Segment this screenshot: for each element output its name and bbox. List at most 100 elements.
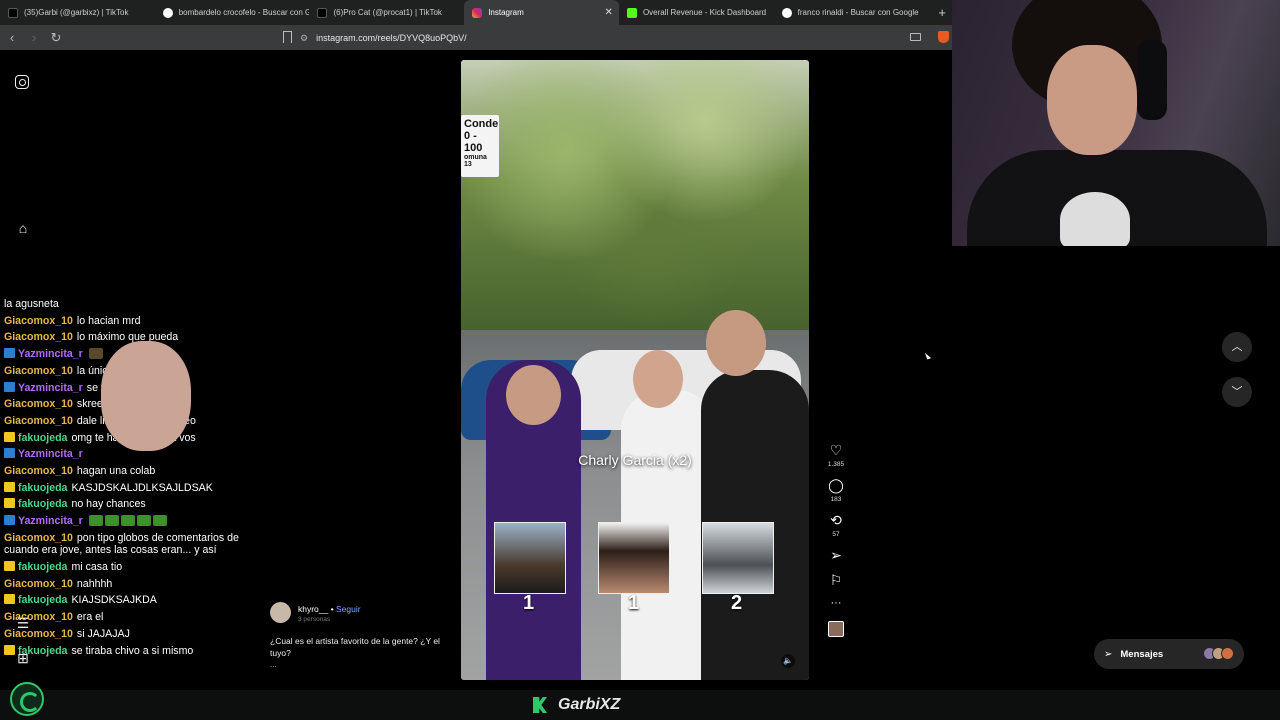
chat-username[interactable]: Giacomox_10 bbox=[4, 415, 73, 427]
microphone bbox=[1060, 192, 1130, 246]
comment-button[interactable]: ◯ 183 bbox=[822, 477, 850, 503]
site-info-icon[interactable]: ⚙ bbox=[300, 33, 308, 44]
chat-username[interactable]: fakuojeda bbox=[18, 594, 67, 606]
chat-username[interactable]: Giacomox_10 bbox=[4, 532, 73, 544]
forward-icon[interactable]: › bbox=[24, 30, 44, 45]
volume-icon[interactable]: 🔈 bbox=[781, 654, 795, 668]
chat-message: Giacomox_10 nahhhh bbox=[4, 576, 244, 593]
photo-number: 2 bbox=[731, 592, 743, 614]
instagram-page: ⌂ ☰ ⊞ Conde 0 - 100 omuna 13 Charly Garc… bbox=[0, 50, 952, 690]
chat-text: lo hacian mrd bbox=[76, 314, 141, 327]
chat-username[interactable]: Giacomox_10 bbox=[4, 398, 73, 410]
tab-kick-dashboard[interactable]: Overall Revenue - Kick Dashboard bbox=[619, 0, 774, 25]
emote-icon bbox=[120, 515, 135, 527]
chat-username[interactable]: Yazmincita_r bbox=[18, 348, 83, 360]
tab-label: (35)Garbi (@garbixz) | TikTok bbox=[24, 8, 129, 17]
tiktok-icon bbox=[317, 7, 328, 18]
messages-button[interactable]: ➢ Mensajes bbox=[1094, 639, 1244, 669]
photo-number: 1 bbox=[523, 592, 535, 614]
repost-icon: ⟲ bbox=[830, 512, 842, 528]
like-button[interactable]: ♡ 1.385 bbox=[822, 442, 850, 468]
post-username[interactable]: khyro__ • Seguir bbox=[298, 604, 361, 614]
chat-message: Giacomox_10 hagan una colab bbox=[4, 463, 244, 480]
cast-icon[interactable] bbox=[910, 33, 921, 41]
send-icon: ➢ bbox=[1104, 648, 1113, 660]
photo-number: 1 bbox=[628, 592, 640, 614]
chat-username[interactable]: Giacomox_10 bbox=[4, 578, 73, 590]
chat-username[interactable]: fakuojeda bbox=[18, 482, 67, 494]
previous-reel-button[interactable]: ︿ bbox=[1222, 332, 1252, 362]
follow-button[interactable]: Seguir bbox=[336, 604, 361, 614]
chat-username[interactable]: Giacomox_10 bbox=[4, 315, 73, 327]
close-icon[interactable]: ✕ bbox=[605, 7, 613, 18]
address-bar[interactable]: ⚙ instagram.com/reels/DYVQ8uoPQbV/ bbox=[300, 30, 467, 46]
sword-badge-icon bbox=[4, 348, 15, 359]
chat-username[interactable]: Giacomox_10 bbox=[4, 611, 73, 623]
chat-text: mi casa tio bbox=[71, 561, 123, 574]
chat-username[interactable]: fakuojeda bbox=[18, 561, 67, 573]
chat-username[interactable]: Yazmincita_r bbox=[18, 382, 83, 394]
crown-badge-icon bbox=[4, 594, 15, 605]
back-icon[interactable]: ‹ bbox=[2, 30, 22, 45]
stream-chat: la agusneta Giacomox_10 lo hacian mrd Giaco… bbox=[4, 296, 244, 659]
emote-icon bbox=[88, 515, 103, 527]
chat-username[interactable]: Giacomox_10 bbox=[4, 365, 73, 377]
home-icon[interactable]: ⌂ bbox=[15, 220, 31, 236]
streamer-name: GarbiXZ bbox=[558, 696, 621, 713]
chat-username[interactable]: Giacomox_10 bbox=[4, 628, 73, 640]
tab-tiktok-garbi[interactable]: (35)Garbi (@garbixz) | TikTok bbox=[0, 0, 155, 25]
chat-username[interactable]: fakuojeda bbox=[18, 498, 67, 510]
username-text: khyro__ bbox=[298, 604, 329, 614]
instagram-logo-icon[interactable] bbox=[15, 75, 29, 89]
new-tab-button[interactable]: + bbox=[932, 5, 952, 20]
chat-username[interactable]: fakuojeda bbox=[18, 645, 67, 657]
tab-tiktok-procat[interactable]: (6)Pro Cat (@procat1) | TikTok bbox=[309, 0, 464, 25]
tab-google-bombardelo[interactable]: bombardelo crocofelo - Buscar con Go bbox=[155, 0, 309, 25]
chat-message: Giacomox_10 era el bbox=[4, 609, 244, 626]
reel-video[interactable]: Conde 0 - 100 omuna 13 Charly Garcia (x2… bbox=[461, 60, 809, 680]
bookmark-icon[interactable] bbox=[283, 31, 292, 43]
chat-text: la agusneta bbox=[4, 298, 59, 310]
chat-message: Giacomox_10 pon tipo globos de comentario… bbox=[4, 530, 244, 559]
reload-icon[interactable]: ↻ bbox=[46, 30, 66, 46]
streamer-face bbox=[1047, 45, 1137, 155]
browser-tab-bar: (35)Garbi (@garbixz) | TikTok bombardelo… bbox=[0, 0, 952, 25]
audio-thumbnail[interactable] bbox=[828, 621, 844, 637]
post-caption: ¿Cual es el artista favorito de la gente… bbox=[270, 636, 440, 658]
avatar[interactable] bbox=[270, 602, 291, 623]
sword-badge-icon bbox=[4, 448, 15, 459]
sword-badge-icon bbox=[4, 381, 15, 392]
webcam-overlay bbox=[952, 0, 1280, 246]
emote-icon bbox=[152, 515, 167, 527]
chat-username[interactable]: fakuojeda bbox=[18, 432, 67, 444]
reels-navigation-area: ︿ ﹀ ➢ Mensajes bbox=[924, 246, 1280, 690]
url-text: instagram.com/reels/DYVQ8uoPQbV/ bbox=[316, 33, 467, 43]
tab-label: Instagram bbox=[488, 8, 524, 17]
tab-google-franco[interactable]: franco rinaldi - Buscar con Google bbox=[774, 0, 929, 25]
chat-username[interactable]: Yazmincita_r bbox=[18, 515, 83, 527]
crown-badge-icon bbox=[4, 561, 15, 572]
chat-text: hagan una colab bbox=[76, 465, 156, 478]
chat-text: si JAJAJAJ bbox=[76, 627, 130, 640]
crown-badge-icon bbox=[4, 644, 15, 655]
sword-badge-icon bbox=[4, 515, 15, 526]
chat-text: se tiraba chivo a si mismo bbox=[71, 644, 194, 657]
more-options-icon[interactable]: ··· bbox=[822, 597, 850, 609]
artist-photo-3 bbox=[702, 522, 774, 594]
chat-message: fakuojeda no hay chances bbox=[4, 496, 244, 513]
chat-username[interactable]: Giacomox_10 bbox=[4, 465, 73, 477]
google-icon bbox=[162, 7, 173, 18]
chat-username[interactable]: Yazmincita_r bbox=[18, 448, 83, 460]
chat-username[interactable]: Giacomox_10 bbox=[4, 331, 73, 343]
tab-instagram[interactable]: Instagram ✕ bbox=[464, 0, 619, 25]
caption-more[interactable]: ... bbox=[270, 660, 277, 669]
stream-bottom-bar: GarbiXZ bbox=[0, 682, 1280, 720]
next-reel-button[interactable]: ﹀ bbox=[1222, 377, 1252, 407]
brave-shield-icon[interactable] bbox=[938, 31, 949, 43]
chat-text: lo máximo que pueda bbox=[76, 331, 179, 344]
save-button[interactable]: ⚐ bbox=[822, 572, 850, 588]
chat-message: Giacomox_10 si JAJAJAJ bbox=[4, 626, 244, 643]
repost-button[interactable]: ⟲ 57 bbox=[822, 512, 850, 538]
share-button[interactable]: ➢ bbox=[822, 547, 850, 563]
chat-text: era el bbox=[76, 611, 104, 624]
